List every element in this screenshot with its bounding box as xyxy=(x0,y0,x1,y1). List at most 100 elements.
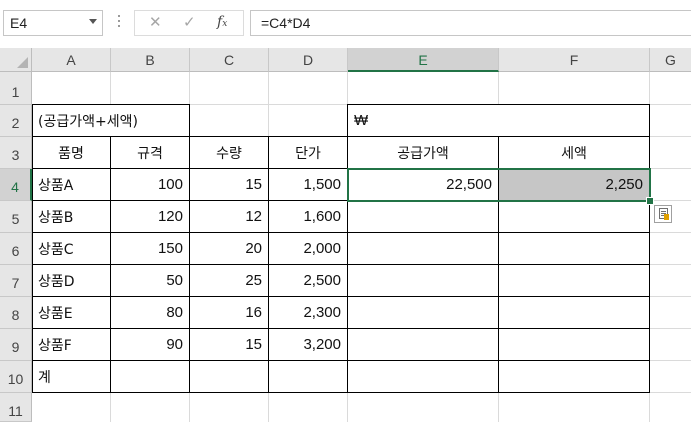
cell-a5[interactable]: 상품B xyxy=(32,201,111,233)
column-header-e[interactable]: E xyxy=(348,48,499,72)
cell-g2[interactable] xyxy=(650,105,691,137)
cell-g10[interactable] xyxy=(650,361,691,393)
row-header-6[interactable]: 6 xyxy=(0,233,32,265)
cell-a6[interactable]: 상품C xyxy=(32,233,111,265)
cell-a10[interactable]: 계 xyxy=(32,361,111,393)
cell-c11[interactable] xyxy=(190,393,269,422)
enter-icon[interactable]: ✓ xyxy=(183,13,196,31)
cell-a7[interactable]: 상품D xyxy=(32,265,111,297)
cell-d2[interactable] xyxy=(269,105,348,137)
cell-b1[interactable] xyxy=(111,72,190,105)
cell-f10[interactable] xyxy=(499,361,650,393)
cell-g7[interactable] xyxy=(650,265,691,297)
row-header-10[interactable]: 10 xyxy=(0,361,32,393)
insert-function-icon[interactable]: fx xyxy=(217,14,227,30)
fill-handle[interactable] xyxy=(646,197,654,205)
formula-text[interactable]: =C4*D4 xyxy=(261,15,310,31)
cell-d5[interactable]: 1,600 xyxy=(269,201,348,233)
cell-d4[interactable]: 1,500 xyxy=(269,169,348,201)
cell-b4[interactable]: 100 xyxy=(111,169,190,201)
cell-c6[interactable]: 20 xyxy=(190,233,269,265)
cell-e1[interactable] xyxy=(348,72,499,105)
cell-g11[interactable] xyxy=(650,393,691,422)
cell-c1[interactable] xyxy=(190,72,269,105)
cell-g6[interactable] xyxy=(650,233,691,265)
cell-b9[interactable]: 90 xyxy=(111,329,190,361)
cell-a1[interactable] xyxy=(32,72,111,105)
cell-g8[interactable] xyxy=(650,297,691,329)
cell-b10[interactable] xyxy=(111,361,190,393)
cell-f7[interactable] xyxy=(499,265,650,297)
cell-e4[interactable]: 22,500 xyxy=(348,169,499,201)
cell-a3[interactable]: 품명 xyxy=(32,137,111,169)
cell-a4[interactable]: 상품A xyxy=(32,169,111,201)
cell-e11[interactable] xyxy=(348,393,499,422)
cell-g1[interactable] xyxy=(650,72,691,105)
cell-a8[interactable]: 상품E xyxy=(32,297,111,329)
cancel-icon[interactable]: ✕ xyxy=(149,13,162,31)
cell-g3[interactable] xyxy=(650,137,691,169)
row-header-7[interactable]: 7 xyxy=(0,265,32,297)
cell-d8[interactable]: 2,300 xyxy=(269,297,348,329)
cell-b8[interactable]: 80 xyxy=(111,297,190,329)
cell-f8[interactable] xyxy=(499,297,650,329)
column-header-a[interactable]: A xyxy=(32,48,111,72)
cell-e7[interactable] xyxy=(348,265,499,297)
cell-b11[interactable] xyxy=(111,393,190,422)
cell-c10[interactable] xyxy=(190,361,269,393)
row-header-9[interactable]: 9 xyxy=(0,329,32,361)
name-box-dropdown-icon[interactable] xyxy=(89,19,97,24)
name-box[interactable]: E4 xyxy=(3,10,103,36)
cell-f11[interactable] xyxy=(499,393,650,422)
row-header-5[interactable]: 5 xyxy=(0,201,32,233)
row-header-2[interactable]: 2 xyxy=(0,105,32,137)
row-header-3[interactable]: 3 xyxy=(0,137,32,169)
cell-a11[interactable] xyxy=(32,393,111,422)
cell-d3[interactable]: 단가 xyxy=(269,137,348,169)
cell-d1[interactable] xyxy=(269,72,348,105)
cell-c5[interactable]: 12 xyxy=(190,201,269,233)
cell-e2[interactable]: ₩ xyxy=(348,105,650,137)
cell-c4[interactable]: 15 xyxy=(190,169,269,201)
formula-bar-grip-icon[interactable] xyxy=(118,15,121,30)
cell-e6[interactable] xyxy=(348,233,499,265)
cell-a9[interactable]: 상품F xyxy=(32,329,111,361)
cell-g9[interactable] xyxy=(650,329,691,361)
name-box-value[interactable]: E4 xyxy=(10,15,27,31)
cell-d7[interactable]: 2,500 xyxy=(269,265,348,297)
cell-f1[interactable] xyxy=(499,72,650,105)
cell-c8[interactable]: 16 xyxy=(190,297,269,329)
cell-d6[interactable]: 2,000 xyxy=(269,233,348,265)
cell-e8[interactable] xyxy=(348,297,499,329)
cell-b6[interactable]: 150 xyxy=(111,233,190,265)
cell-c3[interactable]: 수량 xyxy=(190,137,269,169)
quick-analysis-button[interactable] xyxy=(654,205,672,223)
cell-f4[interactable]: 2,250 xyxy=(499,169,650,201)
cell-b7[interactable]: 50 xyxy=(111,265,190,297)
cell-d10[interactable] xyxy=(269,361,348,393)
column-header-g[interactable]: G xyxy=(650,48,691,72)
column-header-c[interactable]: C xyxy=(190,48,269,72)
column-header-f[interactable]: F xyxy=(499,48,650,72)
cell-d11[interactable] xyxy=(269,393,348,422)
row-header-8[interactable]: 8 xyxy=(0,297,32,329)
cell-e3[interactable]: 공급가액 xyxy=(348,137,499,169)
cell-c9[interactable]: 15 xyxy=(190,329,269,361)
cell-f5[interactable] xyxy=(499,201,650,233)
row-header-11[interactable]: 11 xyxy=(0,393,32,422)
cell-f3[interactable]: 세액 xyxy=(499,137,650,169)
cell-b3[interactable]: 규격 xyxy=(111,137,190,169)
cell-f9[interactable] xyxy=(499,329,650,361)
cell-c7[interactable]: 25 xyxy=(190,265,269,297)
cell-e10[interactable] xyxy=(348,361,499,393)
cell-e9[interactable] xyxy=(348,329,499,361)
cell-g4[interactable] xyxy=(650,169,691,201)
row-header-1[interactable]: 1 xyxy=(0,72,32,105)
select-all-button[interactable] xyxy=(0,48,32,72)
column-header-b[interactable]: B xyxy=(111,48,190,72)
cell-c2[interactable] xyxy=(190,105,269,137)
formula-input[interactable]: =C4*D4 xyxy=(250,10,691,36)
cell-d9[interactable]: 3,200 xyxy=(269,329,348,361)
cell-b5[interactable]: 120 xyxy=(111,201,190,233)
row-header-4[interactable]: 4 xyxy=(0,169,32,201)
